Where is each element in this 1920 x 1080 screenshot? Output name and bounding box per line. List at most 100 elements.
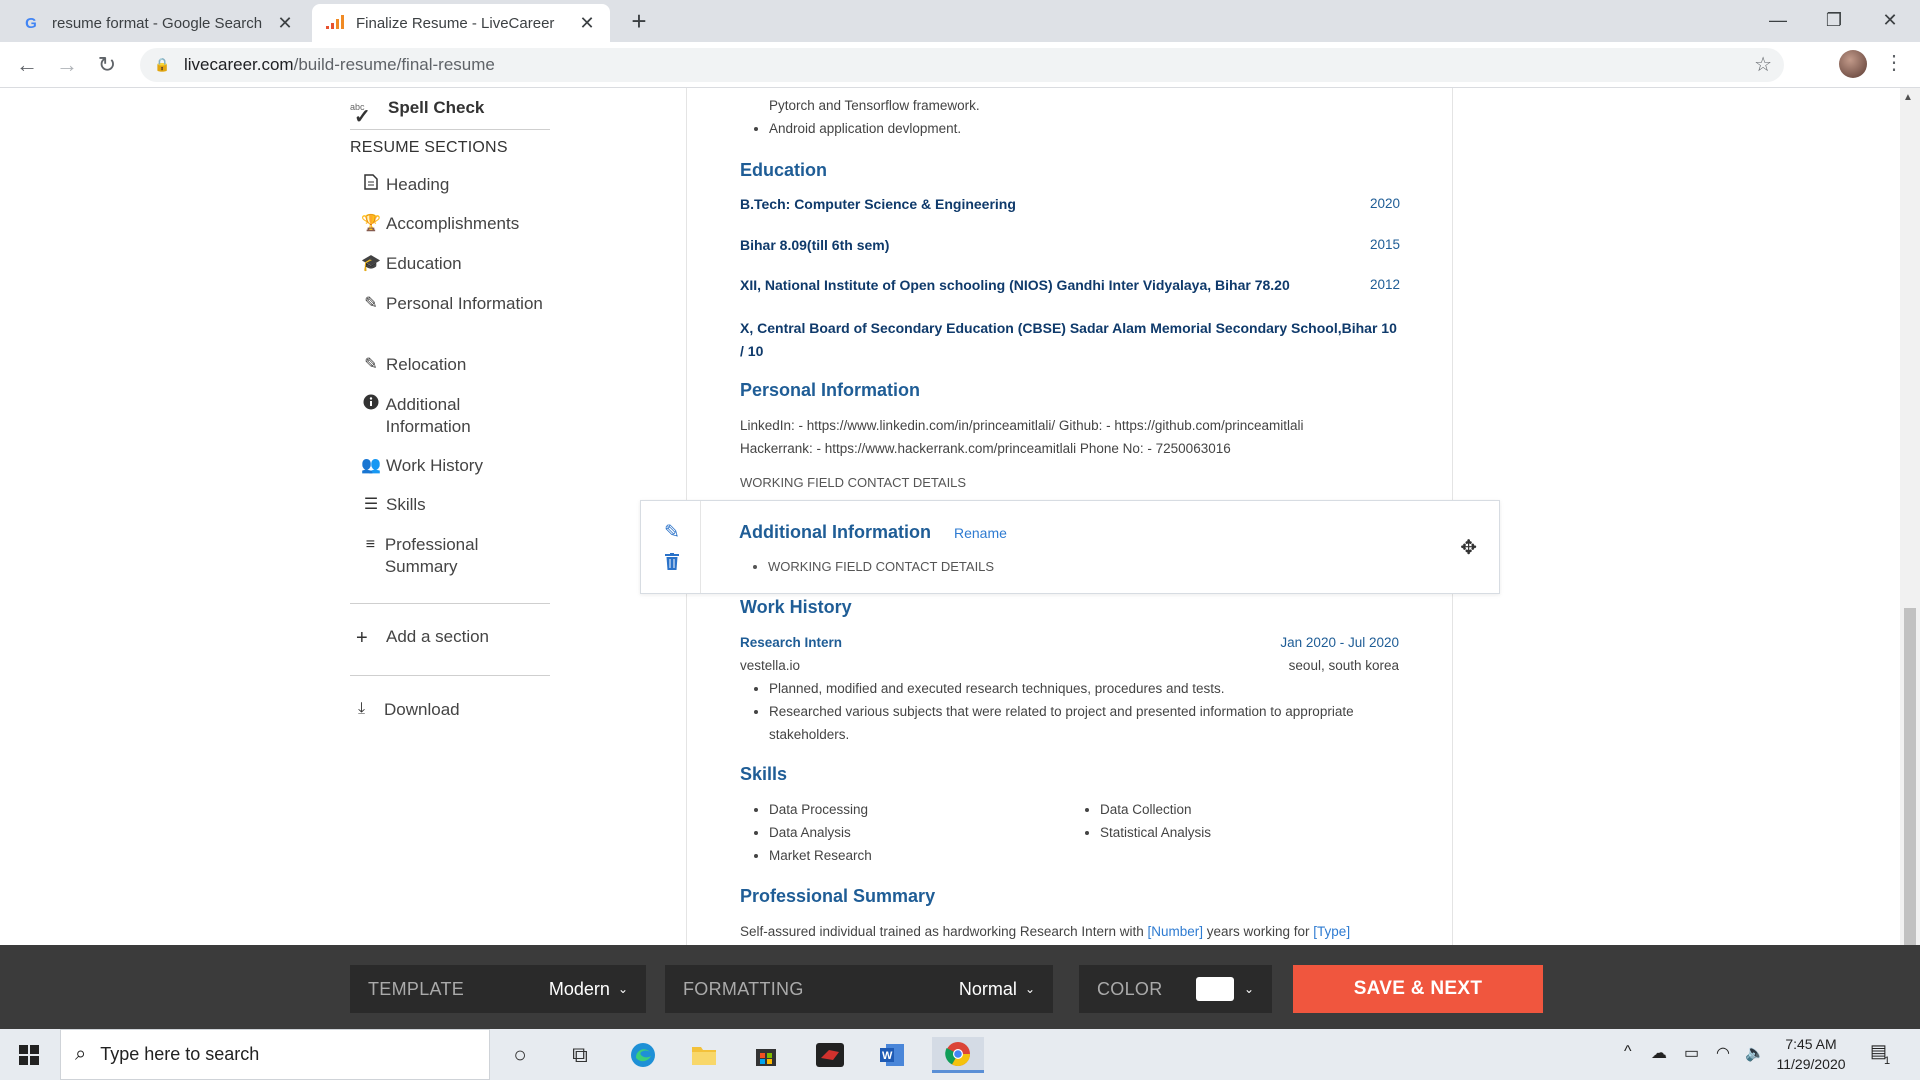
spell-check-button[interactable]: abc ✓ Spell Check [350,88,550,128]
volume-icon[interactable]: 🔈 [1745,1043,1765,1063]
move-icon[interactable]: ✥ [1460,535,1477,560]
edit-pencil-icon[interactable]: ✎ [661,521,683,544]
job-dates: Jan 2020 - Jul 2020 [1280,635,1399,650]
education-year: 2020 [1369,196,1400,211]
google-icon: G [25,14,37,32]
sidebar-item-work-history[interactable]: 👥 Work History [358,455,548,477]
sidebar-item-education[interactable]: 🎓 Education [358,253,548,275]
sidebar-item-label: Personal Information [386,294,543,313]
skills-column-1: Data Processing Data Analysis Market Res… [740,798,1070,867]
sidebar-item-label: Work History [386,456,483,475]
chevron-down-icon: ⌄ [1243,982,1254,996]
rename-link[interactable]: Rename [954,525,1007,541]
reload-icon[interactable]: ↻ [92,50,122,80]
list-icon: ☰ [363,496,379,513]
new-tab-button[interactable]: + [624,6,654,37]
notification-count: 1 [1884,1055,1891,1067]
sidebar-item-personal-information[interactable]: ✎ Personal Information [358,293,548,315]
sidebar-item-label: Skills [386,495,426,514]
sidebar-item-professional-summary[interactable]: ≡ Professional Summary [358,534,548,578]
word-icon[interactable]: W [872,1037,912,1073]
divider [350,675,550,676]
cortana-icon[interactable]: ○ [500,1037,540,1073]
additional-information-section[interactable]: ✎ Additional Information Rename WORKING … [640,500,1500,594]
education-degree: Bihar 8.09(till 6th sem) [740,237,890,253]
sidebar-item-skills[interactable]: ☰ Skills [358,494,548,516]
company-name: vestella.io [740,658,801,673]
chevron-up-icon[interactable]: ^ [1624,1043,1632,1061]
list-item: Data Analysis [769,821,1070,844]
forward-arrow-icon[interactable]: → [52,50,82,80]
menu-dots-icon[interactable]: ⋮ [1884,50,1904,75]
browser-toolbar: ← → ↻ 🔒 livecareer.com/build-resume/fina… [0,42,1920,88]
spell-check-label: Spell Check [388,98,485,117]
battery-icon[interactable]: ▭ [1684,1043,1699,1063]
sidebar-item-relocation[interactable]: ✎ Relocation [358,354,548,376]
education-row: XII, National Institute of Open schoolin… [740,277,1400,293]
close-window-button[interactable]: ✕ [1860,0,1920,40]
taskbar-search-box[interactable]: ⌕ Type here to search [60,1029,490,1080]
file-explorer-icon[interactable] [684,1037,724,1073]
color-select[interactable]: COLOR ⌄ [1079,965,1272,1013]
star-icon[interactable]: ☆ [1754,52,1772,77]
template-select[interactable]: TEMPLATE Modern ⌄ [350,965,646,1013]
template-label: TEMPLATE [368,978,465,999]
url-host: livecareer.com [184,55,294,74]
sidebar-item-label: Heading [386,175,450,194]
profile-avatar[interactable] [1839,50,1867,78]
restore-button[interactable]: ❐ [1804,0,1864,40]
editor-bottom-bar: TEMPLATE Modern ⌄ FORMATTING Normal ⌄ CO… [0,945,1920,1029]
top-bullets-2: Android application devlopment. [740,117,1400,140]
education-degree: X, Central Board of Secondary Education … [740,320,1397,359]
work-bullets: Planned, modified and executed research … [740,677,1400,746]
wifi-icon[interactable]: ◠ [1716,1043,1730,1063]
formatting-label: FORMATTING [683,978,804,999]
list-item: Data Collection [1100,798,1371,821]
search-icon: ⌕ [75,1043,87,1065]
sidebar-item-label: Additional Information [385,395,471,436]
back-arrow-icon[interactable]: ← [12,50,42,80]
chrome-icon[interactable] [932,1037,984,1073]
menu-icon: ≡ [365,536,376,553]
sidebar-item-additional-information[interactable]: Additional Information [358,394,548,438]
search-placeholder: Type here to search [100,1044,260,1064]
resume-sections-heading: RESUME SECTIONS [350,139,508,156]
edge-browser-icon[interactable] [623,1037,663,1073]
plus-icon: + [356,627,368,649]
download-button[interactable]: ⤓ Download [358,700,460,720]
cloud-icon[interactable]: ☁ [1651,1043,1667,1063]
sidebar-item-label: Professional Summary [384,535,479,576]
address-bar[interactable]: 🔒 livecareer.com/build-resume/final-resu… [140,48,1784,82]
education-row: Bihar 8.09(till 6th sem) 2015 [740,237,1400,253]
windows-start-icon[interactable] [19,1045,39,1065]
education-year: 2012 [1369,277,1400,292]
scrollbar-thumb[interactable] [1904,608,1916,948]
system-clock[interactable]: 7:45 AM 11/29/2020 [1768,1034,1854,1074]
add-section-button[interactable]: + Add a section [356,627,489,650]
tab-title: Finalize Resume - LiveCareer [356,14,555,32]
task-view-icon[interactable]: ⧉ [560,1037,600,1073]
personal-line: WORKING FIELD CONTACT DETAILS [740,475,967,490]
save-next-button[interactable]: SAVE & NEXT [1293,965,1543,1013]
download-icon: ⤓ [358,700,366,717]
store-icon[interactable] [746,1037,786,1073]
list-item: Market Research [769,844,1070,867]
job-title: Research Intern [740,635,843,650]
trash-icon[interactable] [661,553,683,576]
summary-text: Self-assured individual trained as hardw… [740,920,1440,943]
scroll-up-arrow-icon[interactable]: ▲ [1903,92,1913,103]
page-scrollbar[interactable]: ▲ [1900,88,1920,948]
list-item: Android application devlopment. [769,117,1400,140]
tab-livecareer[interactable]: Finalize Resume - LiveCareer ✕ [312,4,610,42]
professional-summary-title: Professional Summary [740,886,936,906]
sidebar-item-heading[interactable]: Heading [358,174,548,197]
close-icon[interactable]: ✕ [276,13,294,34]
sidebar-item-accomplishments[interactable]: 🏆 Accomplishments [358,213,548,235]
tab-google-search[interactable]: G resume format - Google Search ✕ [8,4,308,42]
formatting-select[interactable]: FORMATTING Normal ⌄ [665,965,1053,1013]
summary-placeholder[interactable]: [Number] [1147,924,1203,939]
minimize-button[interactable]: — [1748,0,1808,40]
game-app-icon[interactable] [810,1037,850,1073]
close-icon[interactable]: ✕ [578,13,596,34]
summary-placeholder[interactable]: [Type] [1313,924,1350,939]
